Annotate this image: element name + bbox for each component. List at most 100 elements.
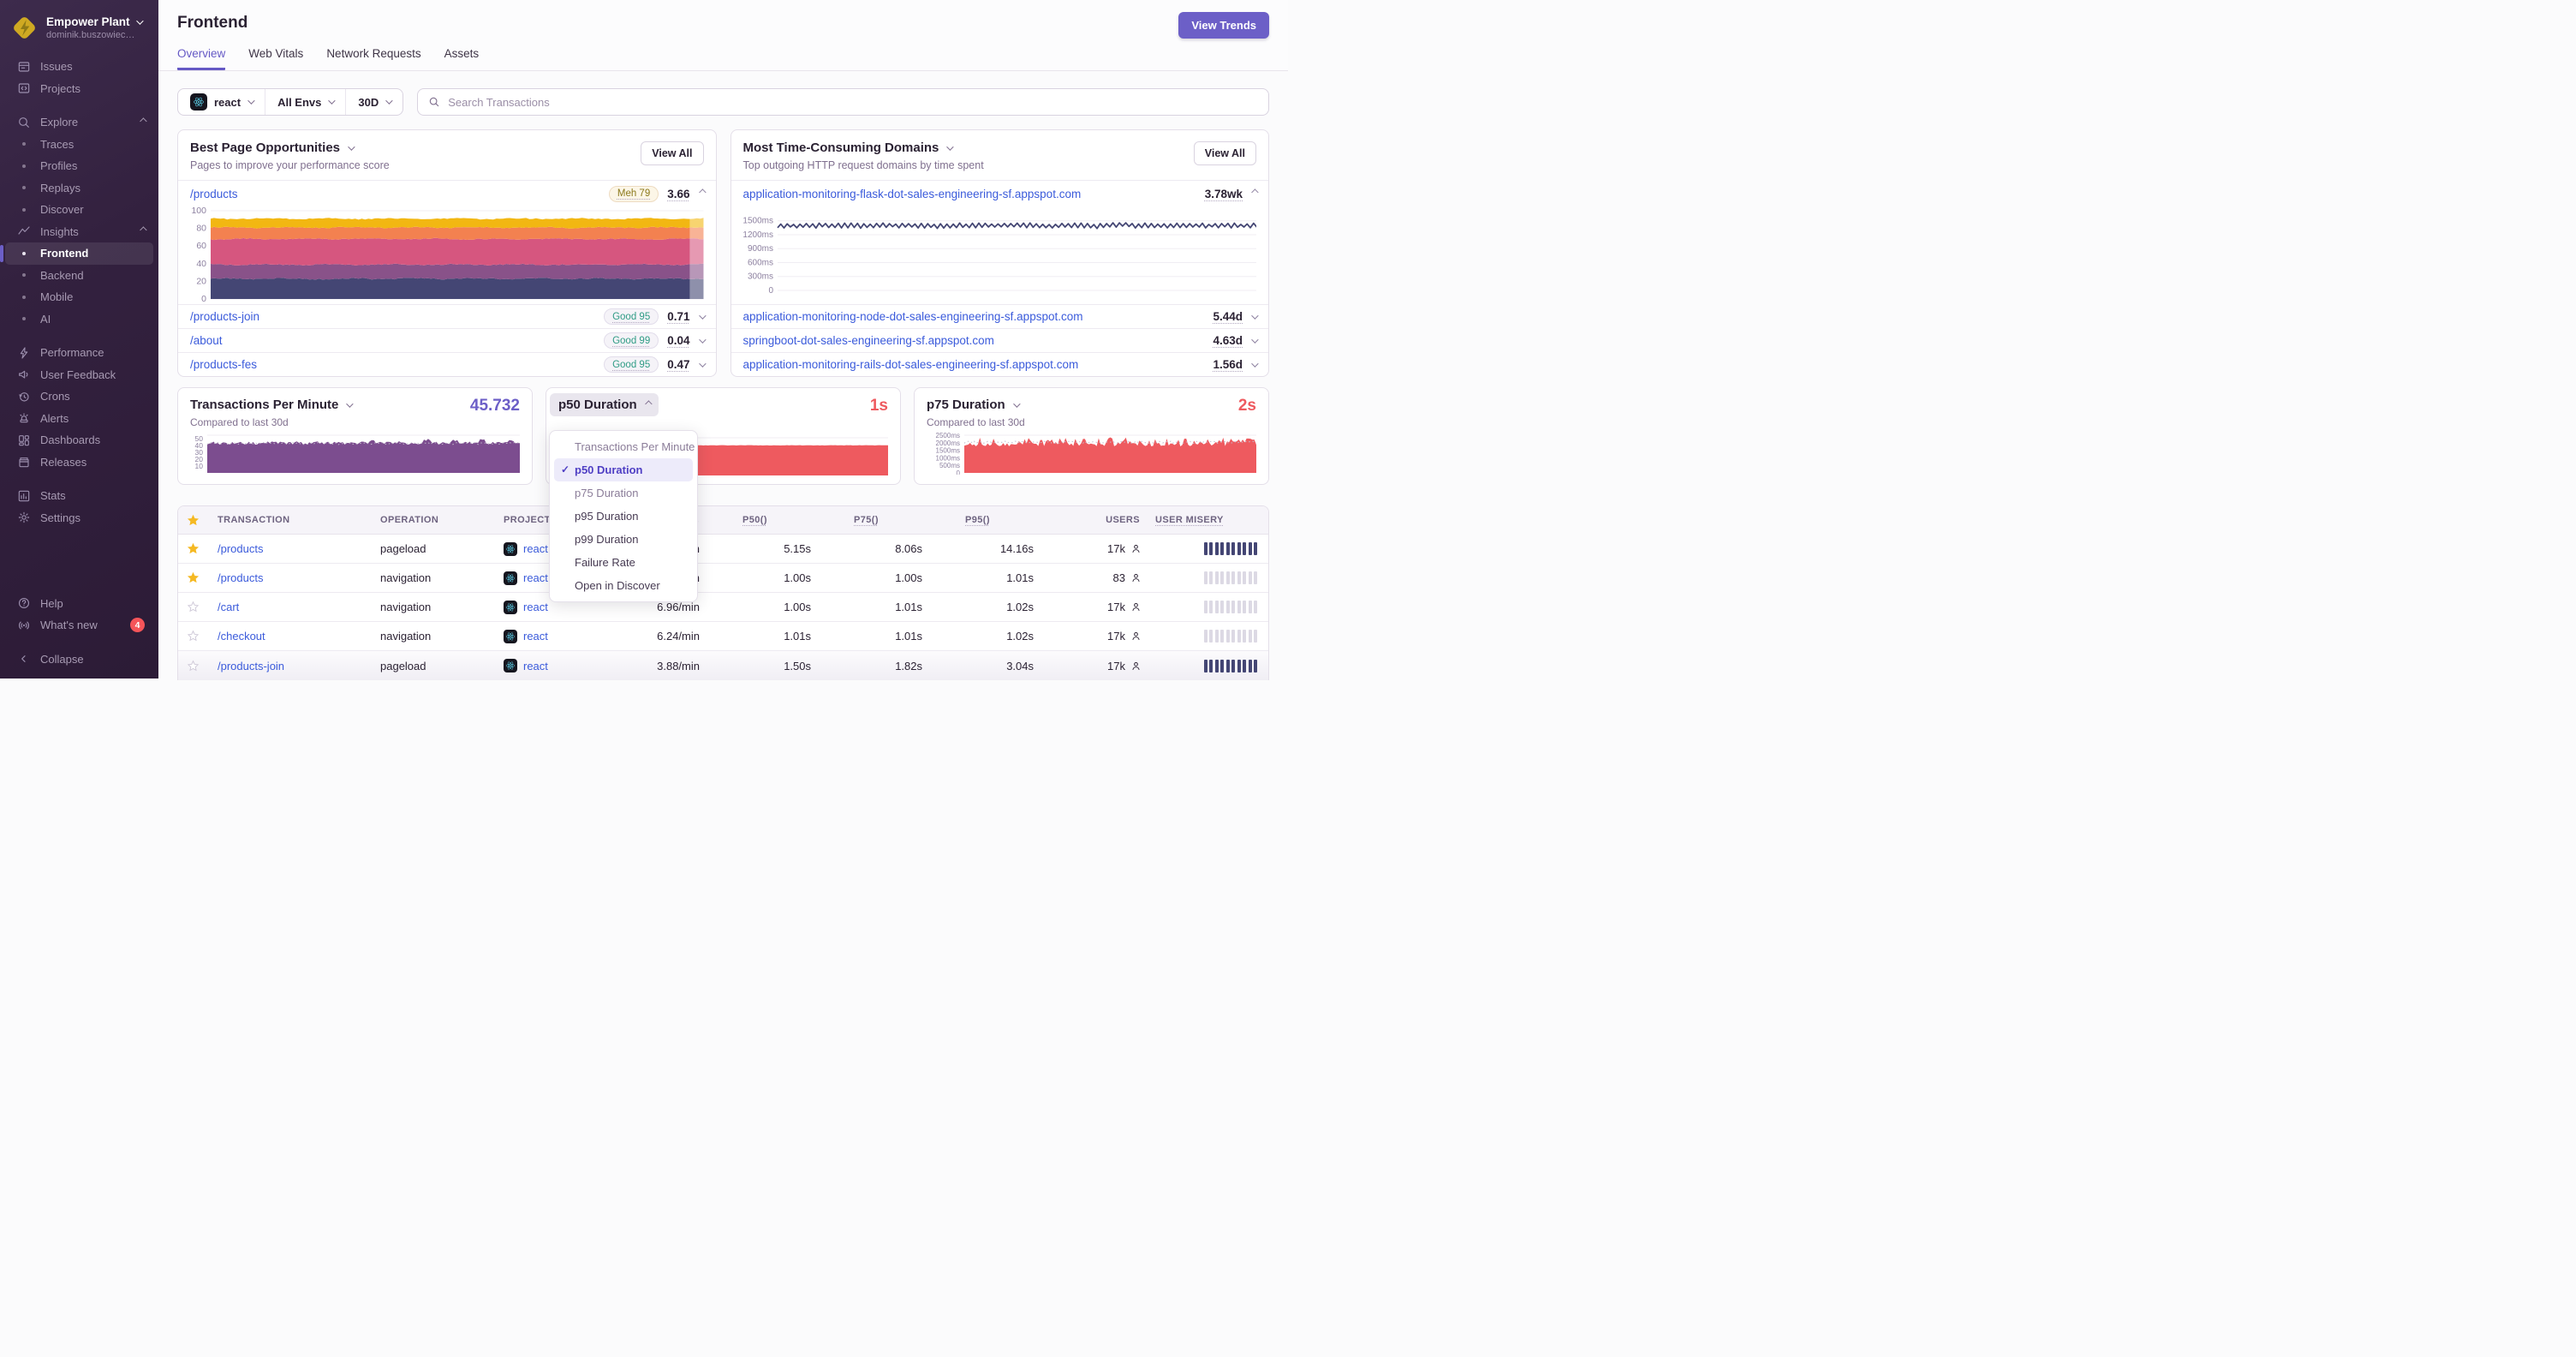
star-filled-icon[interactable]	[178, 542, 207, 555]
best-pages-view-all-button[interactable]: View All	[641, 141, 704, 165]
sidebar-item[interactable]: Replays	[5, 177, 153, 200]
tpm-area-chart: 5040302010	[195, 434, 520, 473]
domain-link[interactable]: application-monitoring-rails-dot-sales-e…	[743, 358, 1079, 371]
transaction-link[interactable]: /products-join	[218, 660, 284, 673]
best-pages-title[interactable]: Best Page Opportunities	[190, 140, 704, 155]
page-link[interactable]: /about	[190, 334, 223, 347]
col-p95[interactable]: P95()	[943, 515, 1054, 525]
org-name: Empower Plant	[46, 15, 130, 28]
p75-metric-select[interactable]: p75 Duration	[927, 398, 1021, 412]
menu-item[interactable]: p75 Duration	[550, 481, 697, 505]
project-link[interactable]: react	[523, 660, 548, 673]
org-switcher[interactable]: Empower Plant dominik.buszowiec…	[0, 9, 158, 47]
collapse-row-control[interactable]: 3.78wk	[1205, 188, 1259, 200]
sidebar-footer-item[interactable]: Collapse	[5, 649, 153, 671]
sidebar-item[interactable]: Crons	[5, 386, 153, 408]
expand-row-control[interactable]: Good 95 0.71	[604, 308, 707, 325]
menu-item[interactable]: Failure Rate	[550, 551, 697, 574]
transaction-link[interactable]: /products	[218, 542, 263, 555]
col-p50[interactable]: P50()	[720, 515, 832, 525]
project-link[interactable]: react	[523, 601, 548, 613]
col-user-misery[interactable]: USER MISERY	[1148, 515, 1268, 525]
sidebar-item[interactable]: Frontend	[0, 242, 153, 265]
star-outline-icon[interactable]	[178, 601, 207, 613]
tpm-metric-select[interactable]: Transactions Per Minute	[190, 398, 355, 412]
chevron-down-icon	[698, 311, 707, 320]
transaction-link[interactable]: /products	[218, 571, 263, 584]
sidebar-item[interactable]: Stats	[5, 485, 153, 507]
search-input[interactable]	[448, 95, 1258, 109]
menu-item[interactable]: ✓ p50 Duration	[554, 458, 693, 481]
project-link[interactable]: react	[523, 542, 548, 555]
chevron-down-icon	[346, 399, 355, 408]
search-transactions-box[interactable]	[417, 88, 1269, 116]
app-root: Empower Plant dominik.buszowiec… Issues	[0, 0, 1288, 680]
opportunity-value: 3.66	[667, 187, 690, 200]
sidebar-item[interactable]: Explore	[5, 111, 153, 134]
sidebar-item[interactable]: Backend	[5, 265, 153, 287]
page-link[interactable]: /products	[190, 188, 238, 200]
sidebar-item[interactable]: Mobile	[5, 286, 153, 308]
domains-title[interactable]: Most Time-Consuming Domains	[743, 140, 1257, 155]
domain-link[interactable]: application-monitoring-node-dot-sales-en…	[743, 310, 1083, 323]
col-operation[interactable]: OPERATION	[370, 515, 497, 525]
sidebar-item[interactable]: Projects	[5, 78, 153, 100]
menu-item[interactable]: p99 Duration	[550, 528, 697, 551]
star-filled-icon[interactable]	[178, 571, 207, 584]
project-link[interactable]: react	[523, 571, 548, 584]
col-transaction[interactable]: TRANSACTION	[207, 515, 370, 525]
sidebar-item[interactable]: AI	[5, 308, 153, 331]
table-header-row: TRANSACTION OPERATION PROJECT ↓ P50() P7…	[178, 506, 1268, 535]
p50-metric-select[interactable]: p50 Duration	[550, 393, 659, 416]
domains-view-all-button[interactable]: View All	[1193, 141, 1256, 165]
sidebar-item[interactable]: Dashboards	[5, 429, 153, 451]
transaction-link[interactable]: /cart	[218, 601, 239, 613]
tab[interactable]: Web Vitals	[248, 47, 303, 70]
bullet-icon	[22, 251, 26, 255]
page-title: Frontend	[177, 14, 248, 32]
sidebar-item[interactable]: User Feedback	[5, 364, 153, 386]
p95-cell: 14.16s	[999, 542, 1034, 555]
sidebar-item[interactable]: Traces	[5, 134, 153, 156]
domain-link[interactable]: springboot-dot-sales-engineering-sf.apps…	[743, 334, 994, 347]
sidebar-item[interactable]: Profiles	[5, 155, 153, 177]
expand-row-control[interactable]: 4.63d	[1213, 334, 1259, 347]
sidebar-item[interactable]: Performance	[5, 342, 153, 364]
tab[interactable]: Assets	[444, 47, 480, 70]
menu-item[interactable]: Open in Discover	[550, 574, 697, 597]
sidebar-item[interactable]: Releases	[5, 451, 153, 474]
tab[interactable]: Network Requests	[326, 47, 420, 70]
col-users[interactable]: USERS	[1054, 515, 1148, 525]
sidebar-footer-item[interactable]: What's new 4	[5, 614, 153, 637]
expand-row-control[interactable]: Good 95 0.47	[604, 356, 707, 373]
domain-link[interactable]: application-monitoring-flask-dot-sales-e…	[743, 188, 1082, 200]
sidebar-item[interactable]: Issues	[5, 56, 153, 78]
sidebar-item[interactable]: Insights	[5, 221, 153, 243]
expand-row-control[interactable]: 1.56d	[1213, 358, 1259, 371]
date-range-filter[interactable]: 30D	[345, 89, 402, 115]
view-trends-button[interactable]: View Trends	[1178, 12, 1269, 39]
page-link[interactable]: /products-join	[190, 310, 259, 323]
sidebar-footer-item[interactable]: Help	[5, 593, 153, 615]
menu-item[interactable]: p95 Duration	[550, 505, 697, 528]
collapse-row-control[interactable]: Meh 79 3.66	[608, 185, 707, 202]
environment-filter[interactable]: All Envs	[265, 89, 345, 115]
sidebar-item[interactable]: Settings	[5, 507, 153, 529]
tab[interactable]: Overview	[177, 47, 226, 70]
project-filter[interactable]: react	[178, 89, 265, 115]
sidebar-item[interactable]: Discover	[5, 199, 153, 221]
star-outline-icon[interactable]	[178, 630, 207, 643]
project-link[interactable]: react	[523, 630, 548, 643]
star-outline-icon[interactable]	[178, 660, 207, 673]
expand-row-control[interactable]: Good 99 0.04	[604, 332, 707, 349]
tpm-cell: 6.96/min	[657, 601, 700, 613]
menu-item[interactable]: Transactions Per Minute	[550, 435, 697, 458]
transaction-link[interactable]: /checkout	[218, 630, 265, 643]
col-p75[interactable]: P75()	[832, 515, 943, 525]
star-column-header-icon[interactable]	[178, 514, 207, 527]
page-link[interactable]: /products-fes	[190, 358, 257, 371]
p95-cell: 1.01s	[1006, 571, 1034, 584]
sidebar-item[interactable]: Alerts	[5, 408, 153, 430]
expand-row-control[interactable]: 5.44d	[1213, 310, 1259, 323]
p95-cell: 1.02s	[1006, 601, 1034, 613]
